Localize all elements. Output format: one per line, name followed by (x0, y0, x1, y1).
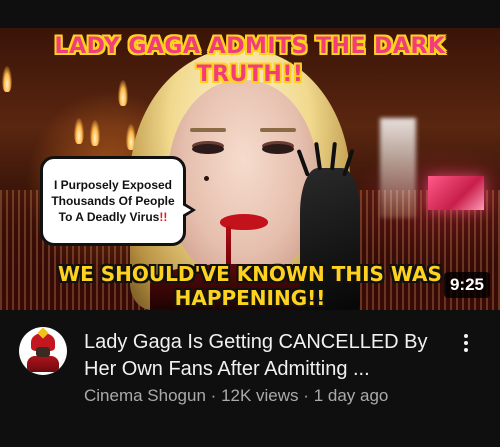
upload-age: 1 day ago (313, 386, 389, 405)
portrait-face (168, 80, 318, 280)
right-eye (262, 144, 294, 154)
blood-drip (226, 226, 231, 266)
pyro-flame (90, 120, 100, 146)
video-metadata: Cinema Shogun · 12K views · 1 day ago (84, 385, 464, 407)
right-brow (260, 128, 296, 132)
thumbnail-headline-line2: TRUTH!! (196, 62, 304, 87)
kebab-dot (464, 334, 468, 338)
meta-separator: · (210, 386, 217, 405)
samurai-avatar-icon (27, 356, 59, 372)
video-thumbnail[interactable]: LADY GAGA ADMITS THE DARK TRUTH!! I Purp… (0, 28, 500, 310)
meta-separator: · (303, 386, 309, 405)
thumbnail-subhead-line2: HAPPENING!! (174, 286, 326, 310)
view-count: 12K views (221, 386, 299, 405)
kebab-dot (464, 341, 468, 345)
thumbnail-headline-line1: LADY GAGA ADMITS THE DARK (54, 34, 446, 59)
channel-name[interactable]: Cinema Shogun (84, 386, 206, 405)
speech-bubble-exclaim: !! (159, 210, 168, 224)
thumbnail-subhead-line1: WE SHOULD'VE KNOWN THIS WAS (58, 262, 442, 286)
samurai-mask (36, 347, 50, 357)
video-duration-badge: 9:25 (443, 272, 490, 298)
beauty-mark (204, 176, 209, 181)
stage-light (380, 118, 416, 218)
channel-avatar[interactable] (19, 327, 67, 375)
kebab-dot (464, 348, 468, 352)
stage-screen (428, 176, 484, 210)
speech-bubble-tail-fill (179, 203, 191, 217)
left-brow (190, 128, 226, 132)
left-eye (192, 144, 224, 154)
video-card[interactable]: LADY GAGA ADMITS THE DARK TRUTH!! I Purp… (0, 0, 500, 447)
more-vertical-icon[interactable] (456, 332, 476, 354)
video-title[interactable]: Lady Gaga Is Getting CANCELLED By Her Ow… (84, 329, 456, 383)
speech-bubble: I Purposely Exposed Thousands Of People … (40, 156, 186, 246)
speech-bubble-text: I Purposely Exposed Thousands Of People … (51, 178, 175, 224)
pyro-flame (74, 118, 84, 144)
